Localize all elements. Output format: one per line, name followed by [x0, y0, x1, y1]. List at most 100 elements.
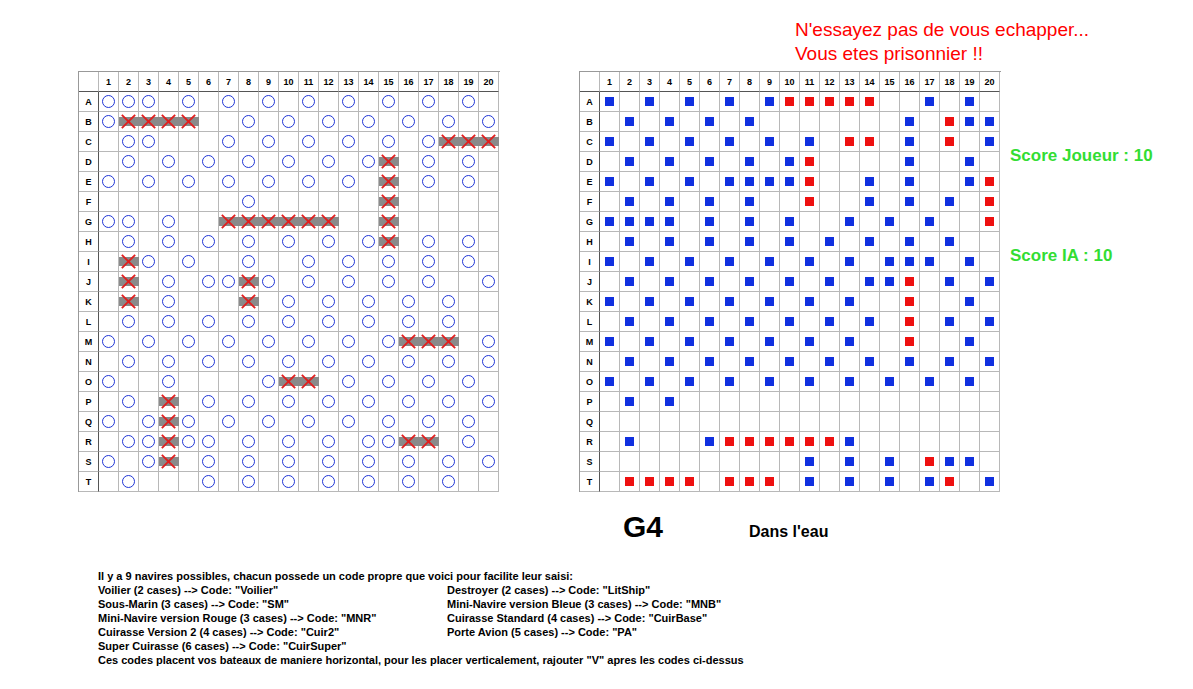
board-cell[interactable] — [800, 232, 820, 252]
board-cell[interactable] — [600, 352, 620, 372]
board-cell[interactable] — [720, 172, 740, 192]
board-cell[interactable] — [960, 212, 980, 232]
board-cell[interactable] — [900, 352, 920, 372]
board-cell[interactable] — [660, 332, 680, 352]
board-cell[interactable] — [860, 152, 880, 172]
board-cell[interactable] — [980, 312, 1000, 332]
board-cell[interactable] — [860, 432, 880, 452]
board-cell[interactable] — [800, 152, 820, 172]
board-cell[interactable] — [820, 192, 840, 212]
board-cell[interactable] — [900, 192, 920, 212]
board-cell[interactable] — [680, 252, 700, 272]
board-cell[interactable] — [620, 232, 640, 252]
board-cell[interactable] — [940, 92, 960, 112]
board-cell[interactable] — [620, 332, 640, 352]
board-cell[interactable] — [700, 472, 720, 492]
board-cell[interactable] — [820, 332, 840, 352]
board-cell[interactable] — [900, 392, 920, 412]
board-cell[interactable] — [720, 392, 740, 412]
board-cell[interactable] — [900, 252, 920, 272]
board-cell[interactable] — [600, 372, 620, 392]
board-cell[interactable] — [880, 232, 900, 252]
board-cell[interactable] — [840, 232, 860, 252]
board-cell[interactable] — [860, 392, 880, 412]
board-cell[interactable] — [960, 472, 980, 492]
board-cell[interactable] — [640, 312, 660, 332]
board-cell[interactable] — [980, 472, 1000, 492]
board-cell[interactable] — [620, 132, 640, 152]
board-cell[interactable] — [860, 352, 880, 372]
board-cell[interactable] — [860, 372, 880, 392]
board-cell[interactable] — [880, 152, 900, 172]
board-cell[interactable] — [980, 232, 1000, 252]
board-cell[interactable] — [720, 412, 740, 432]
board-cell[interactable] — [820, 212, 840, 232]
board-cell[interactable] — [640, 272, 660, 292]
board-cell[interactable] — [700, 292, 720, 312]
board-cell[interactable] — [860, 172, 880, 192]
board-cell[interactable] — [620, 272, 640, 292]
board-cell[interactable] — [920, 112, 940, 132]
board-cell[interactable] — [860, 92, 880, 112]
board-cell[interactable] — [860, 452, 880, 472]
board-cell[interactable] — [700, 312, 720, 332]
board-cell[interactable] — [820, 172, 840, 192]
board-cell[interactable] — [660, 232, 680, 252]
board-cell[interactable] — [960, 112, 980, 132]
board-cell[interactable] — [760, 212, 780, 232]
board-cell[interactable] — [760, 112, 780, 132]
board-cell[interactable] — [920, 372, 940, 392]
board-cell[interactable] — [780, 292, 800, 312]
board-cell[interactable] — [920, 332, 940, 352]
board-cell[interactable] — [920, 252, 940, 272]
board-cell[interactable] — [740, 212, 760, 232]
board-cell[interactable] — [740, 312, 760, 332]
board-cell[interactable] — [840, 332, 860, 352]
board-cell[interactable] — [660, 132, 680, 152]
board-cell[interactable] — [740, 392, 760, 412]
board-cell[interactable] — [920, 312, 940, 332]
board-cell[interactable] — [880, 432, 900, 452]
board-cell[interactable] — [600, 112, 620, 132]
board-cell[interactable] — [820, 292, 840, 312]
board-cell[interactable] — [660, 192, 680, 212]
board-cell[interactable] — [900, 332, 920, 352]
board-cell[interactable] — [840, 372, 860, 392]
board-cell[interactable] — [760, 272, 780, 292]
board-cell[interactable] — [680, 292, 700, 312]
board-cell[interactable] — [820, 452, 840, 472]
board-cell[interactable] — [840, 192, 860, 212]
board-cell[interactable] — [960, 172, 980, 192]
board-cell[interactable] — [700, 352, 720, 372]
board-cell[interactable] — [800, 452, 820, 472]
board-cell[interactable] — [840, 412, 860, 432]
board-cell[interactable] — [740, 452, 760, 472]
board-cell[interactable] — [600, 212, 620, 232]
board-cell[interactable] — [660, 372, 680, 392]
board-cell[interactable] — [800, 332, 820, 352]
board-cell[interactable] — [700, 332, 720, 352]
board-cell[interactable] — [680, 132, 700, 152]
board-cell[interactable] — [740, 172, 760, 192]
board-cell[interactable] — [980, 332, 1000, 352]
board-cell[interactable] — [940, 232, 960, 252]
board-cell[interactable] — [620, 452, 640, 472]
board-cell[interactable] — [960, 452, 980, 472]
board-cell[interactable] — [600, 472, 620, 492]
board-cell[interactable] — [720, 132, 740, 152]
board-cell[interactable] — [980, 192, 1000, 212]
board-cell[interactable] — [880, 132, 900, 152]
board-cell[interactable] — [620, 312, 640, 332]
board-cell[interactable] — [860, 232, 880, 252]
board-cell[interactable] — [780, 272, 800, 292]
board-cell[interactable] — [820, 312, 840, 332]
board-cell[interactable] — [640, 152, 660, 172]
board-cell[interactable] — [900, 372, 920, 392]
board-cell[interactable] — [740, 232, 760, 252]
board-cell[interactable] — [780, 432, 800, 452]
board-cell[interactable] — [800, 112, 820, 132]
board-cell[interactable] — [980, 172, 1000, 192]
board-cell[interactable] — [820, 352, 840, 372]
board-cell[interactable] — [760, 132, 780, 152]
board-cell[interactable] — [700, 232, 720, 252]
